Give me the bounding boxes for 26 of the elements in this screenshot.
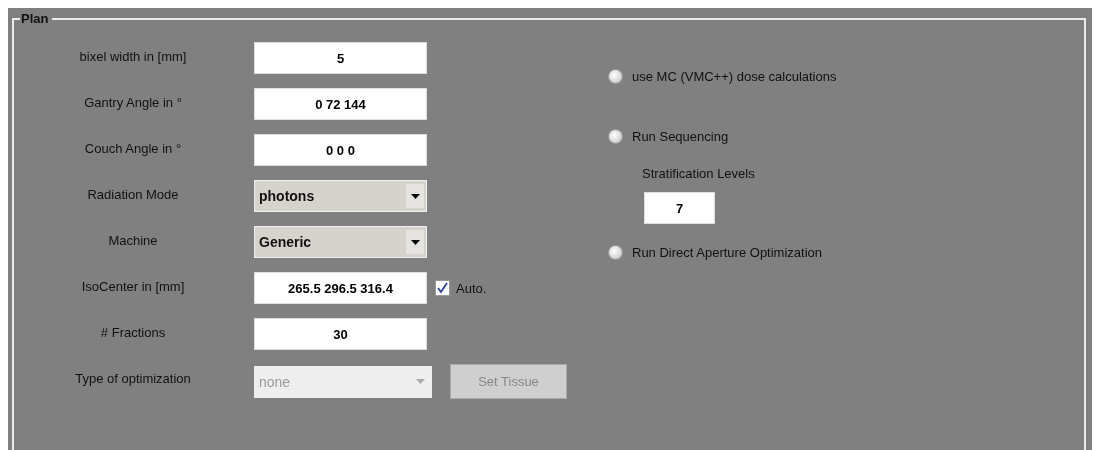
input-field[interactable]: 7 (644, 192, 715, 224)
field-label: Type of optimization (74, 370, 192, 386)
check-icon (437, 282, 448, 294)
dropdown[interactable]: photons (254, 180, 427, 212)
radio-button[interactable]: Run Direct Aperture Optimization (608, 242, 837, 262)
field-label: bixel width in [mm] (78, 48, 188, 64)
radio-button[interactable]: Run Sequencing (608, 126, 837, 146)
input-field[interactable]: 5 (254, 42, 427, 74)
input-field[interactable]: 0 72 144 (254, 88, 427, 120)
group-title: Plan (20, 11, 53, 26)
field-label: Machine (107, 232, 159, 248)
field-label: Gantry Angle in ° (83, 94, 183, 110)
field-label: Stratification Levels (642, 166, 756, 181)
field-label: Radiation Mode (86, 186, 180, 202)
caret-icon (410, 193, 420, 199)
caret-icon (415, 379, 425, 384)
input-field[interactable]: 30 (254, 318, 427, 350)
field-label: Couch Angle in ° (83, 140, 183, 156)
field-label: # Fractions (99, 324, 167, 340)
checkbox[interactable]: Auto. (435, 280, 487, 296)
dropdown[interactable]: Generic (254, 226, 427, 258)
input-field[interactable]: 0 0 0 (254, 134, 427, 166)
field-label: IsoCenter in [mm] (80, 278, 186, 294)
input-field[interactable]: 265.5 296.5 316.4 (254, 272, 427, 304)
radio-button[interactable]: use MC (VMC++) dose calculations (608, 66, 837, 86)
caret-icon (410, 239, 420, 245)
